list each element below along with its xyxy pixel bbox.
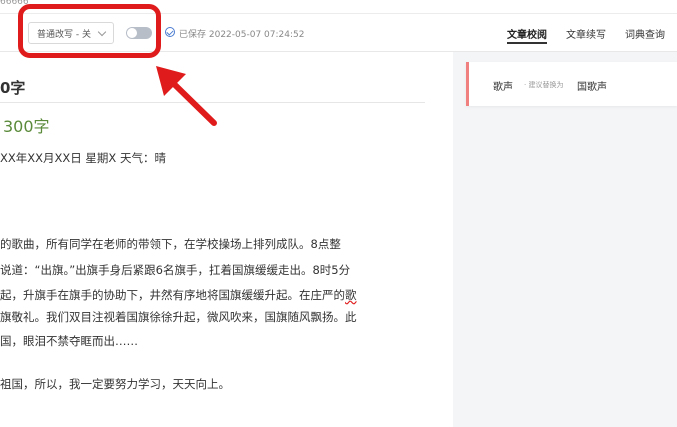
document-line: XX年XX月XX日 星期X 天气：晴 (0, 151, 166, 165)
suggestion-card[interactable]: 歌声 · 建议替换为 国歌声 (466, 62, 677, 106)
tab-article-review[interactable]: 文章校阅 (507, 26, 547, 44)
suggestion-marker (466, 62, 469, 106)
highlight-annotation-box (18, 4, 161, 58)
check-circle-icon (165, 27, 175, 37)
suggestion-hint: · 建议替换为 (524, 81, 564, 89)
tab-article-continue[interactable]: 文章续写 (566, 26, 606, 41)
document-line: 国，眼泪不禁夺眶而出…… (0, 334, 138, 348)
document-line: 旗敬礼。我们双目注视着国旗徐徐升起，微风吹来，国旗随风飘扬。此 (0, 310, 357, 324)
document-line: 祖国，所以，我一定要努力学习，天天向上。 (0, 377, 230, 391)
document-line-text: 起，升旗手在旗手的协助下，井然有序地将国旗缓缓升起。在庄严的 (0, 288, 345, 302)
suggestion-original-word: 歌声 (493, 82, 513, 93)
document-title: 0字 (0, 79, 26, 97)
annotation-arrow-icon (156, 66, 217, 126)
document-line: 说道：“出旗。”出旗手身后紧跟6名旗手，扛着国旗缓缓走出。8时5分 (0, 263, 351, 277)
document-line: 起，升旗手在旗手的协助下，井然有序地将国旗缓缓升起。在庄严的歌 (0, 287, 357, 303)
tab-dictionary[interactable]: 词典查询 (625, 26, 665, 41)
saved-status: 已保存 2022-05-07 07:24:52 (179, 30, 305, 40)
suggestion-replacement[interactable]: 国歌声 (577, 78, 607, 93)
document-line: 的歌曲，所有同学在老师的带领下，在学校操场上排列成队。8点整 (0, 237, 341, 251)
document-subtitle: 300字 (3, 117, 50, 136)
flagged-word[interactable]: 歌 (345, 288, 357, 302)
